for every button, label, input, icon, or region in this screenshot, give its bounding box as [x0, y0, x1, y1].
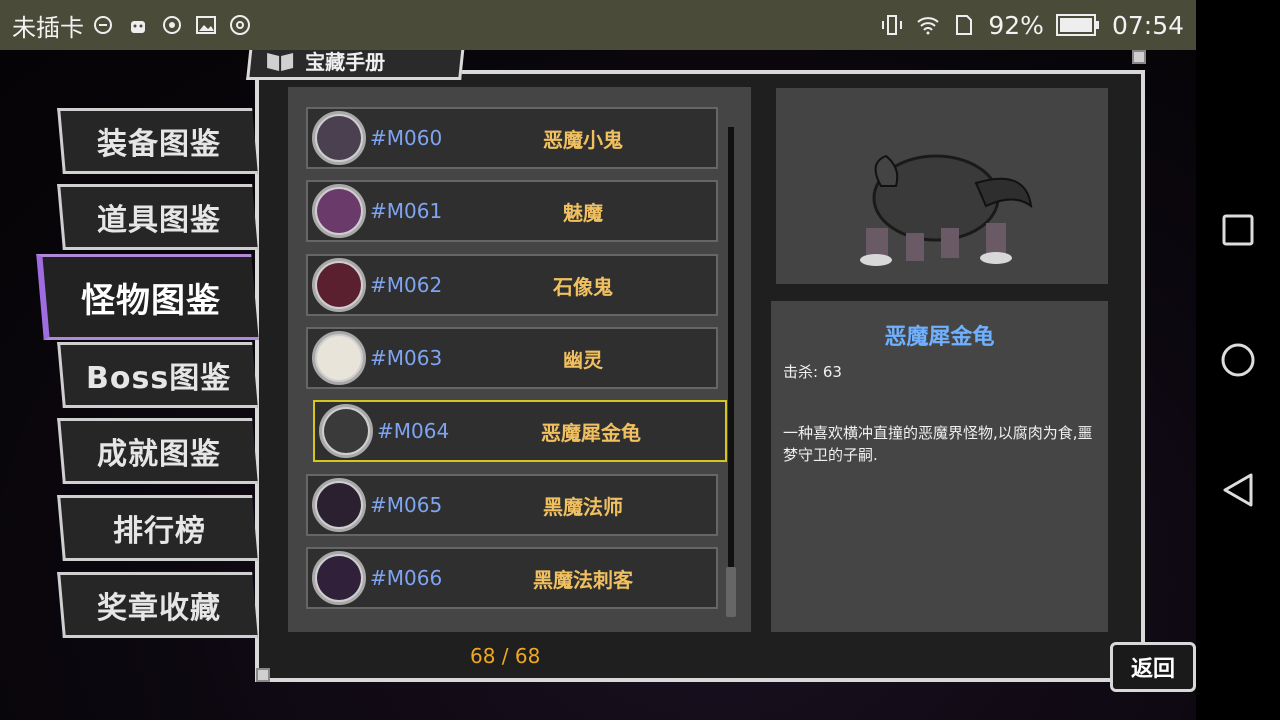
tab-label: 排行榜 — [112, 514, 206, 549]
game-area: 宝藏手册 装备图鉴 道具图鉴 怪物图鉴 Boss图鉴 成就图鉴 排行榜 奖章收藏… — [0, 50, 1196, 720]
tab-monsters[interactable]: 怪物图鉴 — [36, 254, 259, 340]
monster-name: 魅魔 — [563, 200, 603, 225]
frame-corner — [1132, 50, 1146, 64]
monster-row[interactable]: #M062 石像鬼 — [306, 254, 718, 316]
frame-corner — [256, 668, 270, 682]
monster-row[interactable]: #M060 恶魔小鬼 — [306, 107, 718, 169]
monster-code: #M062 — [370, 273, 443, 297]
battery-percent: 92% — [988, 10, 1044, 40]
hotspot-icon — [163, 16, 181, 34]
data-saver-icon — [94, 16, 112, 34]
list-scrollbar-thumb[interactable] — [726, 567, 736, 617]
circle-icon — [1221, 343, 1255, 377]
monster-name: 恶魔小鬼 — [543, 127, 623, 152]
monster-avatar — [312, 331, 366, 385]
tab-equipment[interactable]: 装备图鉴 — [57, 108, 258, 174]
tab-boss[interactable]: Boss图鉴 — [57, 342, 258, 408]
recents-button[interactable] — [1218, 210, 1258, 250]
vibrate-icon — [882, 15, 903, 35]
monster-name: 黑魔法刺客 — [533, 567, 633, 592]
at-sign-icon — [230, 15, 250, 35]
monster-avatar — [319, 404, 373, 458]
book-icon — [267, 52, 294, 71]
carrier-label: 未插卡 — [12, 13, 84, 42]
monster-code: #M064 — [377, 419, 450, 443]
monster-list-panel: #M060 恶魔小鬼 #M061 魅魔 #M062 石像鬼 #M063 幽灵 #… — [288, 87, 751, 632]
monster-avatar — [312, 551, 366, 605]
monster-preview — [776, 88, 1108, 284]
monster-avatar — [312, 111, 366, 165]
panel-title-tab: 宝藏手册 — [246, 50, 465, 80]
tab-leaderboard[interactable]: 排行榜 — [57, 495, 258, 561]
page-counter: 68 / 68 — [470, 644, 541, 668]
monster-avatar — [312, 184, 366, 238]
tab-label: 道具图鉴 — [97, 203, 221, 238]
monster-name: 幽灵 — [563, 347, 603, 372]
detail-kill-count: 击杀: 63 — [783, 363, 842, 381]
back-button-label: 返回 — [1130, 657, 1175, 682]
monster-avatar — [312, 258, 366, 312]
image-icon — [196, 16, 216, 34]
monster-code: #M066 — [370, 566, 443, 590]
tab-label: 奖章收藏 — [97, 591, 221, 626]
tab-label: Boss图鉴 — [86, 361, 232, 396]
tab-label: 怪物图鉴 — [80, 280, 221, 321]
monster-name: 黑魔法师 — [543, 494, 623, 519]
tab-items[interactable]: 道具图鉴 — [57, 184, 258, 250]
monster-sprite — [860, 154, 1033, 266]
monster-detail-panel: 恶魔犀金龟 击杀: 63 一种喜欢横冲直撞的恶魔界怪物,以腐肉为食,噩梦守卫的子… — [771, 301, 1108, 632]
android-debug-icon — [131, 21, 145, 33]
android-nav-bar — [1196, 0, 1280, 720]
detail-monster-name: 恶魔犀金龟 — [884, 325, 995, 350]
home-button[interactable] — [1218, 340, 1258, 380]
monster-row[interactable]: #M065 黑魔法师 — [306, 474, 718, 536]
monster-code: #M065 — [370, 493, 443, 517]
tab-medals[interactable]: 奖章收藏 — [57, 572, 258, 638]
status-bar: 未插卡 92% 07:54 — [0, 0, 1196, 50]
wifi-icon — [917, 17, 940, 35]
list-scrollbar-track[interactable] — [728, 127, 734, 592]
triangle-back-icon — [1223, 473, 1253, 507]
detail-description: 一种喜欢横冲直撞的恶魔界怪物,以腐肉为食,噩梦守卫的子嗣. — [783, 424, 1093, 464]
back-nav-button[interactable] — [1218, 470, 1258, 510]
panel-title: 宝藏手册 — [305, 50, 386, 74]
monster-code: #M063 — [370, 346, 443, 370]
back-button[interactable]: 返回 — [1110, 642, 1196, 692]
monster-row-selected[interactable]: #M064 恶魔犀金龟 — [313, 400, 727, 462]
monster-row[interactable]: #M061 魅魔 — [306, 180, 718, 242]
tab-label: 装备图鉴 — [97, 127, 221, 162]
sim-icon — [956, 15, 973, 35]
monster-name: 恶魔犀金龟 — [541, 420, 641, 445]
clock: 07:54 — [1111, 10, 1184, 40]
square-icon — [1222, 214, 1254, 246]
monster-name: 石像鬼 — [553, 274, 613, 299]
monster-avatar — [312, 478, 366, 532]
monster-code: #M061 — [370, 199, 443, 223]
monster-row[interactable]: #M066 黑魔法刺客 — [306, 547, 718, 609]
tab-label: 成就图鉴 — [97, 437, 221, 472]
battery-icon — [1055, 14, 1099, 36]
monster-code: #M060 — [370, 126, 443, 150]
tab-achievements[interactable]: 成就图鉴 — [57, 418, 258, 484]
monster-row[interactable]: #M063 幽灵 — [306, 327, 718, 389]
